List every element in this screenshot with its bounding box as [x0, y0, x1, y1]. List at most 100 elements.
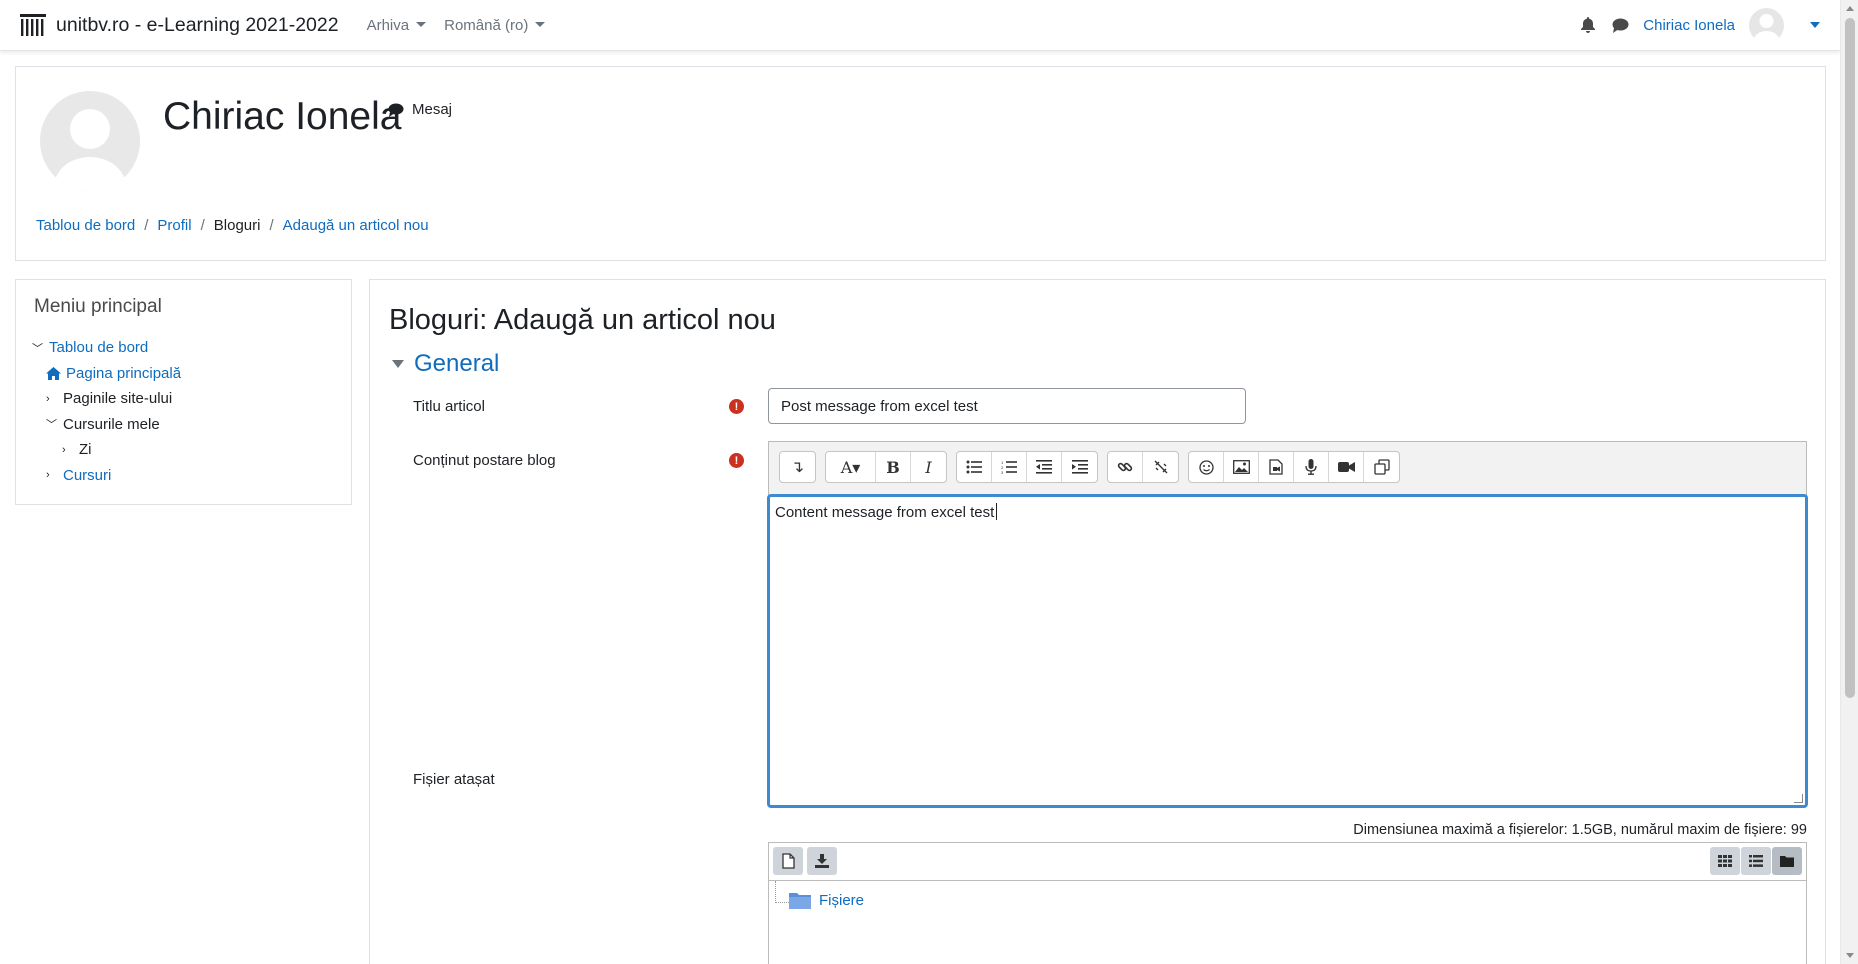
tree-item-dashboard[interactable]: ﹀ Tablou de bord [32, 335, 181, 361]
resize-handle[interactable] [1794, 794, 1803, 803]
breadcrumb-blogs: Bloguri [213, 217, 261, 234]
tree-item-label[interactable]: Paginile site-ului [63, 390, 172, 407]
emoticon-icon[interactable] [1189, 452, 1224, 482]
message-label[interactable]: Mesaj [412, 101, 452, 118]
chevron-down-icon[interactable] [1810, 22, 1820, 28]
message-button[interactable]: Mesaj [388, 101, 452, 118]
tree-connector [775, 881, 789, 903]
page-header: Chiriac Ionela Mesaj Tablou de bord / Pr… [15, 66, 1826, 261]
media-icon[interactable] [1259, 452, 1294, 482]
file-manager-area: Fișiere [768, 881, 1807, 964]
folder-icon [789, 893, 811, 909]
chevron-down-icon: ﹀ [32, 342, 43, 355]
required-icon: ! [729, 399, 744, 414]
outdent-icon[interactable] [1027, 452, 1062, 482]
microphone-icon[interactable] [1294, 452, 1329, 482]
image-icon[interactable] [1224, 452, 1259, 482]
archive-menu[interactable]: Arhiva [367, 17, 427, 34]
italic-icon[interactable]: I [911, 452, 946, 482]
download-icon [815, 854, 829, 868]
folder-label[interactable]: Fișiere [819, 892, 864, 909]
bold-icon[interactable]: B [876, 452, 911, 482]
breadcrumb-separator: / [144, 217, 149, 234]
chevron-down-icon: ﹀ [46, 419, 57, 432]
list-icon [1749, 855, 1763, 867]
chevron-right-icon: › [46, 469, 50, 482]
title-field-label: Titlu articol [413, 398, 485, 415]
main-region: Bloguri: Adaugă un articol nou General T… [369, 279, 1826, 964]
chat-icon [388, 103, 404, 117]
unlink-icon[interactable] [1143, 452, 1178, 482]
scroll-up-icon[interactable] [1846, 6, 1854, 11]
view-icons-button[interactable] [1710, 847, 1740, 875]
section-title[interactable]: General [414, 350, 499, 378]
manage-files-icon[interactable] [1364, 452, 1399, 482]
site-logo-icon [20, 14, 46, 36]
title-input[interactable]: Post message from excel test [768, 388, 1246, 424]
main-menu-block: Meniu principal ﹀ Tablou de bord Pagina … [15, 279, 352, 505]
page-scrollbar[interactable] [1840, 0, 1858, 964]
collapse-triangle-icon [392, 360, 404, 368]
required-icon: ! [729, 453, 744, 468]
tree-item-label[interactable]: Cursurile mele [63, 416, 160, 433]
video-camera-icon[interactable] [1329, 452, 1364, 482]
home-icon [46, 366, 61, 380]
tree-item-site-pages[interactable]: › Paginile site-ului [32, 386, 181, 412]
breadcrumb: Tablou de bord / Profil / Bloguri / Adau… [36, 217, 429, 234]
navigation-tree: ﹀ Tablou de bord Pagina principală › Pag… [32, 335, 181, 488]
content-field-label: Conținut postare blog [413, 452, 556, 469]
tree-item-courses[interactable]: › Cursuri [32, 463, 181, 489]
attachment-field-label: Fișier atașat [413, 771, 495, 788]
ordered-list-icon[interactable]: 123 [992, 452, 1027, 482]
tree-item-label[interactable]: Cursuri [63, 467, 111, 484]
top-navbar: unitbv.ro - e-Learning 2021-2022 Arhiva … [0, 0, 1840, 51]
breadcrumb-profile[interactable]: Profil [157, 217, 191, 234]
download-all-button[interactable] [807, 847, 837, 875]
paragraph-style-icon[interactable]: A▾ [826, 452, 876, 482]
tree-item-label[interactable]: Pagina principală [66, 365, 181, 382]
language-menu[interactable]: Română (ro) [444, 17, 545, 34]
chevron-right-icon: › [46, 392, 50, 405]
editor-text[interactable]: Content message from excel test [775, 504, 994, 521]
site-name[interactable]: unitbv.ro - e-Learning 2021-2022 [56, 14, 339, 37]
profile-picture [40, 91, 140, 191]
chat-icon[interactable] [1611, 16, 1629, 34]
avatar[interactable] [1749, 7, 1784, 43]
text-cursor [996, 503, 998, 520]
block-title: Meniu principal [34, 296, 162, 317]
grid-icon [1718, 855, 1732, 867]
file-manager-toolbar [768, 842, 1807, 881]
bell-icon[interactable] [1579, 16, 1597, 34]
page-title: Bloguri: Adaugă un articol nou [389, 304, 776, 336]
scroll-thumb[interactable] [1845, 18, 1855, 698]
section-general-toggle[interactable]: General [392, 350, 499, 378]
tree-item-home[interactable]: Pagina principală [32, 361, 181, 387]
breadcrumb-dashboard[interactable]: Tablou de bord [36, 217, 135, 234]
breadcrumb-add-entry[interactable]: Adaugă un articol nou [283, 217, 429, 234]
tree-item-my-courses[interactable]: ﹀ Cursurile mele [32, 412, 181, 438]
tree-item-zi[interactable]: › Zi [32, 437, 181, 463]
folder-icon [1780, 856, 1794, 867]
svg-text:3: 3 [1001, 470, 1004, 474]
view-tree-button[interactable] [1772, 847, 1802, 875]
editor-toolbar: ↴ A▾ B I 123 [779, 451, 1400, 483]
tree-item-label[interactable]: Tablou de bord [49, 339, 148, 356]
folder-item[interactable]: Fișiere [789, 891, 864, 909]
user-menu-name[interactable]: Chiriac Ionela [1643, 17, 1735, 34]
site-brand[interactable]: unitbv.ro - e-Learning 2021-2022 [20, 14, 339, 37]
breadcrumb-separator: / [200, 217, 205, 234]
file-limits-note: Dimensiunea maximă a fișierelor: 1.5GB, … [1353, 822, 1807, 838]
indent-icon[interactable] [1062, 452, 1097, 482]
tree-item-label[interactable]: Zi [79, 441, 92, 458]
unordered-list-icon[interactable] [957, 452, 992, 482]
rich-text-editor: ↴ A▾ B I 123 Content message from excel … [767, 441, 1808, 808]
page-user-title: Chiriac Ionela [163, 95, 402, 138]
file-icon [781, 853, 795, 869]
add-file-button[interactable] [773, 847, 803, 875]
editor-content-area[interactable]: Content message from excel test [767, 494, 1808, 808]
link-icon[interactable] [1108, 452, 1143, 482]
breadcrumb-separator: / [269, 217, 274, 234]
scroll-down-icon[interactable] [1846, 953, 1854, 958]
view-list-button[interactable] [1741, 847, 1771, 875]
show-more-buttons-icon[interactable]: ↴ [780, 452, 815, 482]
